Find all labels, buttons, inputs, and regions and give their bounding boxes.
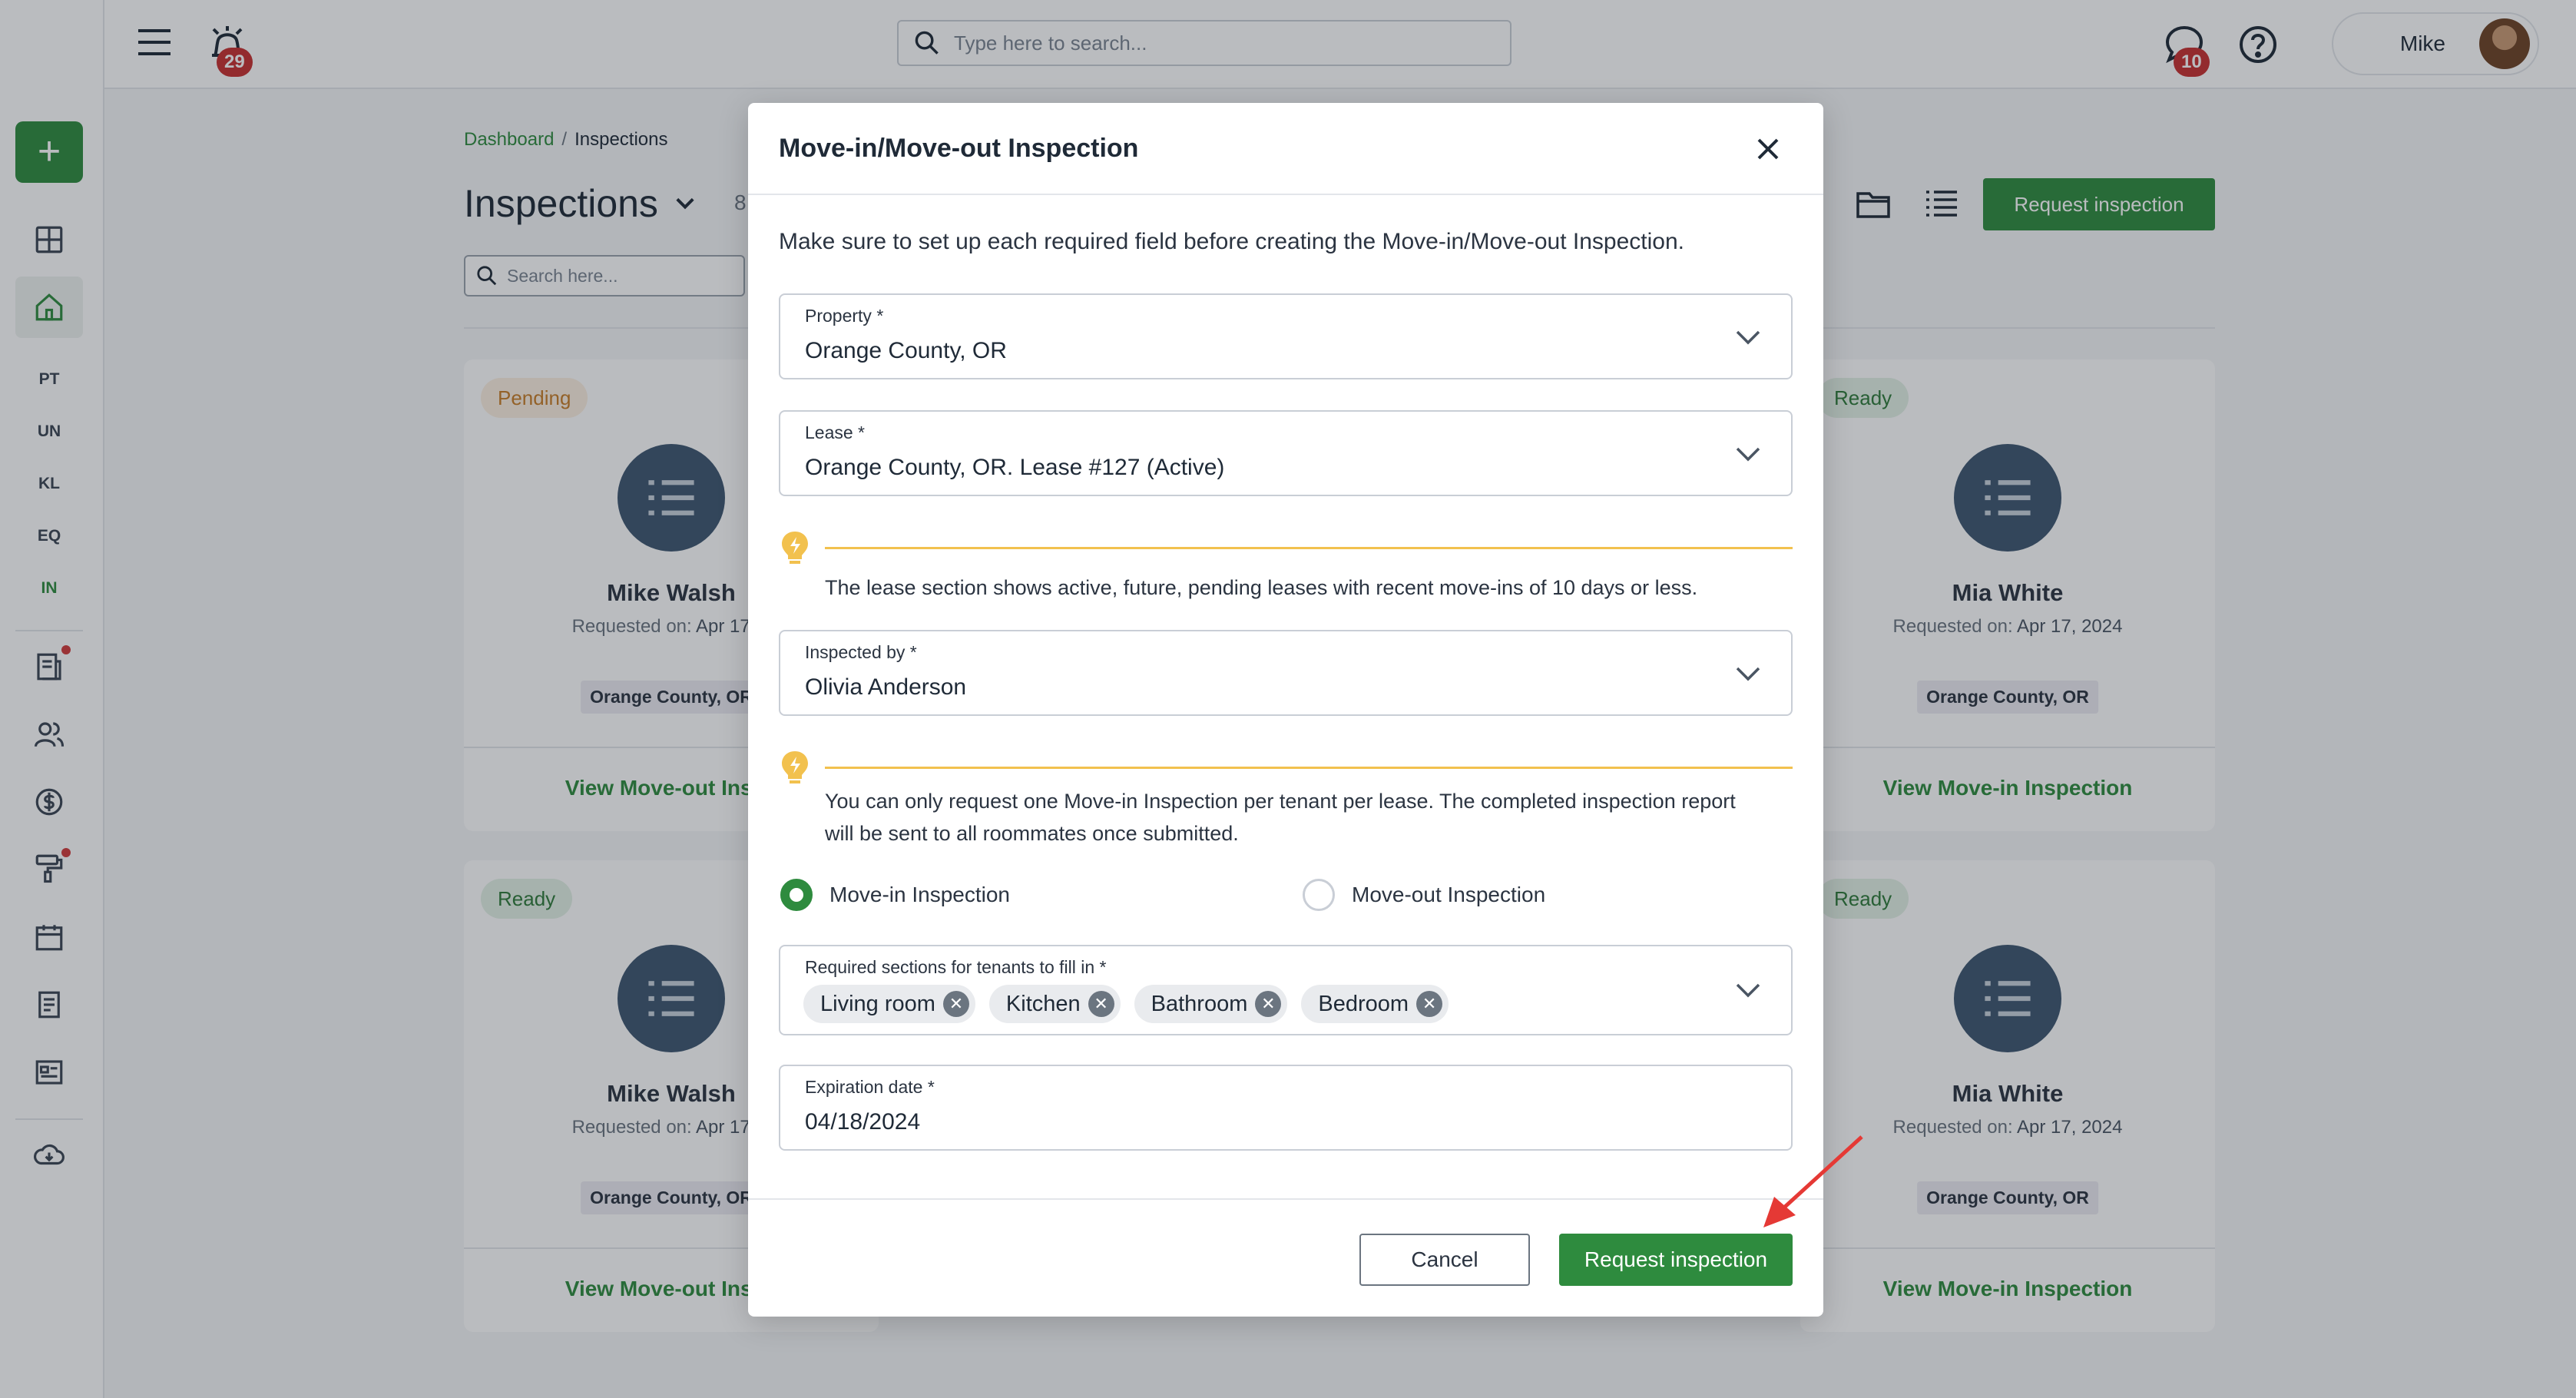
chip-label: Bedroom — [1318, 991, 1409, 1016]
modal-title: Move-in/Move-out Inspection — [779, 134, 1139, 163]
chip-remove-icon[interactable]: ✕ — [1088, 991, 1114, 1017]
inspected-by-value: Olivia Anderson — [805, 674, 967, 700]
chevron-down-icon — [1736, 667, 1760, 681]
inspection-modal: Move-in/Move-out Inspection Make sure to… — [748, 103, 1823, 1317]
request-inspection-button[interactable]: Request inspection — [1559, 1234, 1793, 1286]
chip-remove-icon[interactable]: ✕ — [942, 991, 969, 1017]
property-select[interactable]: Property * Orange County, OR — [779, 293, 1793, 379]
chip-label: Living room — [820, 991, 935, 1016]
radio-unselected-indicator[interactable] — [1303, 879, 1335, 911]
tip-divider — [825, 547, 1793, 549]
property-value: Orange County, OR — [805, 338, 1007, 363]
lease-label: Lease * — [805, 422, 866, 442]
chip-label: Kitchen — [1005, 991, 1081, 1016]
lease-value: Orange County, OR. Lease #127 (Active) — [805, 455, 1225, 480]
inspection-tip-text-line1: You can only request one Move-in Inspect… — [825, 790, 1736, 813]
required-sections-multiselect[interactable]: Required sections for tenants to fill in… — [779, 945, 1793, 1035]
move-in-radio[interactable]: Move-in Inspection — [780, 879, 1010, 911]
section-chip: Bedroom ✕ — [1301, 985, 1449, 1023]
lease-select[interactable]: Lease * Orange County, OR. Lease #127 (A… — [779, 410, 1793, 496]
section-chips: Living room ✕ Kitchen ✕ Bathroom ✕ Bedroom ✕ — [803, 985, 1449, 1023]
inspection-tip: You can only request one Move-in Inspect… — [779, 750, 1793, 857]
move-out-radio-label: Move-out Inspection — [1352, 883, 1546, 906]
lightbulb-icon — [782, 532, 808, 564]
lightbulb-icon — [782, 751, 808, 783]
chevron-down-icon — [1736, 330, 1760, 345]
annotation-arrow-icon — [1763, 1135, 1863, 1227]
chevron-down-icon — [1736, 447, 1760, 462]
section-chip: Kitchen ✕ — [988, 985, 1121, 1023]
expiration-date-label: Expiration date * — [805, 1077, 935, 1097]
modal-header: Move-in/Move-out Inspection — [748, 103, 1823, 195]
expiration-date-field[interactable]: Expiration date * 04/18/2024 — [779, 1065, 1793, 1151]
close-icon[interactable] — [1753, 134, 1783, 164]
cancel-button[interactable]: Cancel — [1359, 1234, 1530, 1286]
modal-footer-divider — [748, 1198, 1823, 1200]
inspection-tip-text-line2: will be sent to all roommates once submi… — [825, 822, 1239, 845]
radio-selected-indicator[interactable] — [780, 879, 813, 911]
expiration-date-value: 04/18/2024 — [805, 1109, 921, 1135]
inspected-by-select[interactable]: Inspected by * Olivia Anderson — [779, 630, 1793, 716]
chip-remove-icon[interactable]: ✕ — [1416, 991, 1443, 1017]
inspected-by-label: Inspected by * — [805, 642, 917, 662]
section-chip: Bathroom ✕ — [1134, 985, 1288, 1023]
chevron-down-icon[interactable] — [1733, 974, 1763, 1005]
required-sections-label: Required sections for tenants to fill in… — [805, 957, 1107, 977]
section-chip: Living room ✕ — [803, 985, 975, 1023]
chip-remove-icon[interactable]: ✕ — [1255, 991, 1282, 1017]
tip-divider — [825, 767, 1793, 769]
move-out-radio[interactable]: Move-out Inspection — [1303, 879, 1545, 911]
chip-label: Bathroom — [1151, 991, 1248, 1016]
property-label: Property * — [805, 306, 884, 326]
move-in-radio-label: Move-in Inspection — [829, 883, 1011, 906]
lease-tip: The lease section shows active, future, … — [779, 530, 1793, 599]
modal-intro-text: Make sure to set up each required field … — [779, 229, 1684, 254]
lease-tip-text: The lease section shows active, future, … — [825, 576, 1698, 599]
